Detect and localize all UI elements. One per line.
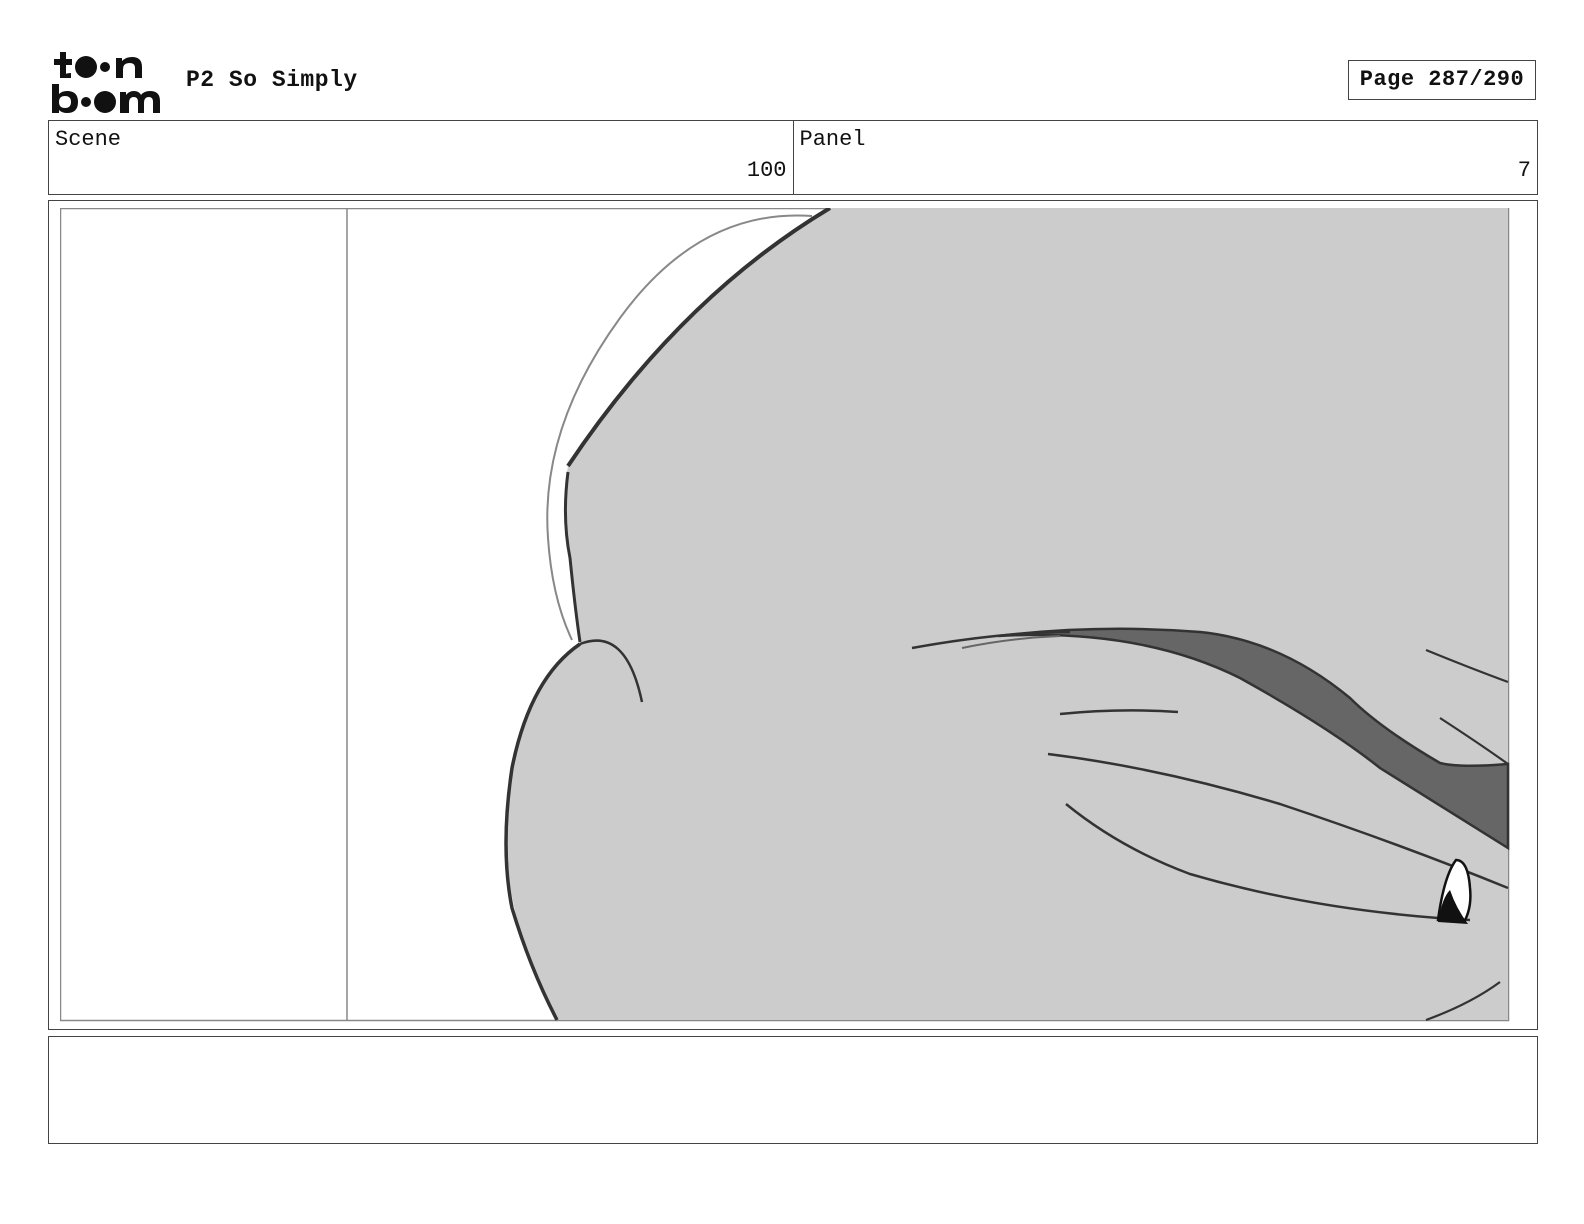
toon-boom-logo (52, 52, 160, 113)
panel-label: Panel (799, 127, 866, 152)
storyboard-drawing (60, 208, 1510, 1022)
scene-number: 100 (746, 158, 787, 183)
page-indicator: Page 287/290 (1348, 60, 1536, 100)
notes-box (48, 1036, 1538, 1144)
scene-label: Scene (55, 127, 122, 152)
panel-number: 7 (1517, 158, 1531, 183)
scene-cell: Scene 100 (49, 121, 793, 194)
project-title: P2 So Simply (186, 67, 358, 93)
scene-panel-info: Scene 100 Panel 7 (48, 120, 1538, 195)
panel-cell: Panel 7 (792, 121, 1538, 194)
